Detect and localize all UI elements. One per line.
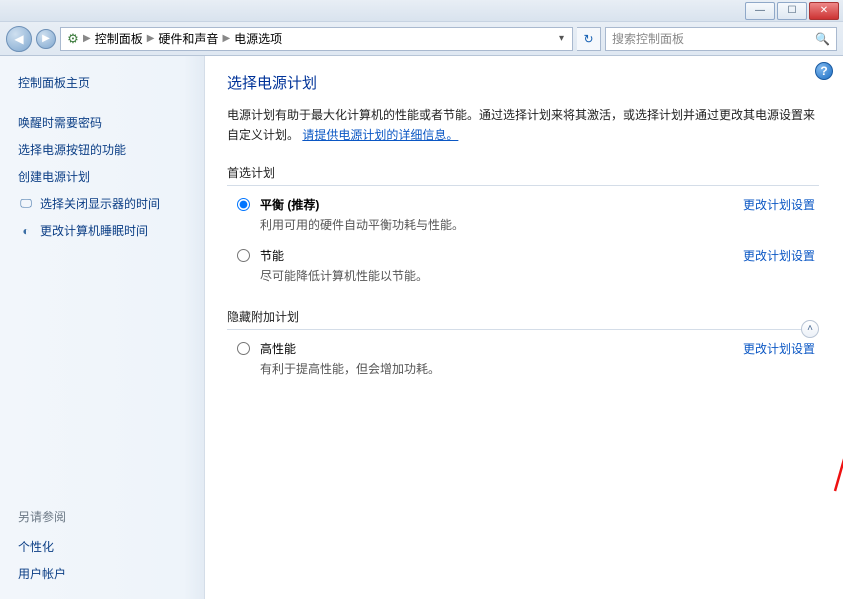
main-panel: ? 选择电源计划 电源计划有助于最大化计算机的性能或者节能。通过选择计划来将其激… — [205, 56, 843, 599]
address-bar[interactable]: ⚙ ▶ 控制面板 ▶ 硬件和声音 ▶ 电源选项 ▾ — [60, 27, 573, 51]
content: 控制面板主页 唤醒时需要密码 选择电源按钮的功能 创建电源计划 🖵 选择关闭显示… — [0, 56, 843, 599]
sidebar-link-turn-off-display[interactable]: 🖵 选择关闭显示器的时间 — [18, 190, 190, 217]
search-placeholder: 搜索控制面板 — [612, 30, 684, 47]
see-also-personalize[interactable]: 个性化 — [18, 533, 190, 560]
plan-name: 高性能 — [260, 340, 733, 357]
navbar: ◀ ▶ ⚙ ▶ 控制面板 ▶ 硬件和声音 ▶ 电源选项 ▾ ↻ 搜索控制面板 🔍 — [0, 22, 843, 56]
sidebar-item-label: 选择电源按钮的功能 — [18, 141, 126, 158]
change-plan-settings-link[interactable]: 更改计划设置 — [743, 196, 815, 213]
plan-name-text: 平衡 — [260, 198, 284, 212]
change-plan-settings-link[interactable]: 更改计划设置 — [743, 247, 815, 264]
page-title: 选择电源计划 — [227, 72, 819, 93]
see-also-user-accounts[interactable]: 用户帐户 — [18, 560, 190, 587]
help-icon[interactable]: ? — [815, 62, 833, 80]
breadcrumb-root[interactable]: 控制面板 — [93, 30, 145, 47]
refresh-button[interactable]: ↻ — [577, 27, 601, 51]
sidebar-home-link[interactable]: 控制面板主页 — [18, 74, 190, 91]
sidebar-link-power-button[interactable]: 选择电源按钮的功能 — [18, 136, 190, 163]
see-also-title: 另请参阅 — [18, 508, 190, 525]
lead-link[interactable]: 请提供电源计划的详细信息。 — [302, 128, 458, 142]
plan-desc: 尽可能降低计算机性能以节能。 — [260, 267, 733, 284]
plan-name-text: 高性能 — [260, 342, 296, 356]
plan-power-saver-radio[interactable] — [237, 249, 250, 262]
collapse-button[interactable]: ˄ — [801, 320, 819, 338]
plan-balanced: 平衡 (推荐) 利用可用的硬件自动平衡功耗与性能。 更改计划设置 — [237, 196, 819, 233]
monitor-icon: 🖵 — [18, 196, 34, 212]
plan-name: 节能 — [260, 247, 733, 264]
sidebar-item-label: 更改计算机睡眠时间 — [40, 222, 148, 239]
change-plan-settings-link[interactable]: 更改计划设置 — [743, 340, 815, 357]
preferred-plans-title: 首选计划 — [227, 164, 819, 181]
sidebar-item-label: 用户帐户 — [18, 565, 66, 582]
nav-back-button[interactable]: ◀ — [6, 26, 32, 52]
plan-high-performance: 高性能 有利于提高性能，但会增加功耗。 更改计划设置 — [237, 340, 819, 377]
plan-rec-text: (推荐) — [284, 198, 319, 212]
plan-name: 平衡 (推荐) — [260, 196, 733, 213]
plan-desc: 利用可用的硬件自动平衡功耗与性能。 — [260, 216, 733, 233]
breadcrumb-mid[interactable]: 硬件和声音 — [156, 30, 220, 47]
plan-desc: 有利于提高性能，但会增加功耗。 — [260, 360, 733, 377]
minimize-button[interactable]: — — [745, 2, 775, 20]
sidebar-item-label: 创建电源计划 — [18, 168, 90, 185]
plan-high-performance-radio[interactable] — [237, 342, 250, 355]
sleep-icon: ◐ — [18, 223, 34, 239]
sidebar: 控制面板主页 唤醒时需要密码 选择电源按钮的功能 创建电源计划 🖵 选择关闭显示… — [0, 56, 205, 599]
breadcrumb-sep-icon: ▶ — [83, 33, 91, 44]
sidebar-link-sleep-time[interactable]: ◐ 更改计算机睡眠时间 — [18, 217, 190, 244]
address-dropdown-icon[interactable]: ▾ — [555, 33, 568, 44]
plan-balanced-radio[interactable] — [237, 198, 250, 211]
sidebar-item-label: 唤醒时需要密码 — [18, 114, 102, 131]
control-panel-icon: ⚙ — [65, 31, 81, 47]
hidden-plans-title: 隐藏附加计划 — [227, 308, 819, 325]
plan-power-saver: 节能 尽可能降低计算机性能以节能。 更改计划设置 — [237, 247, 819, 284]
nav-forward-button[interactable]: ▶ — [36, 29, 56, 49]
sidebar-item-label: 选择关闭显示器的时间 — [40, 195, 160, 212]
breadcrumb-sep-icon: ▶ — [222, 33, 230, 44]
sidebar-link-wake-password[interactable]: 唤醒时需要密码 — [18, 109, 190, 136]
plan-name-text: 节能 — [260, 249, 284, 263]
search-icon: 🔍 — [815, 32, 830, 46]
breadcrumb-sep-icon: ▶ — [147, 33, 155, 44]
lead-text: 电源计划有助于最大化计算机的性能或者节能。通过选择计划来将其激活，或选择计划并通… — [227, 105, 819, 146]
search-box[interactable]: 搜索控制面板 🔍 — [605, 27, 837, 51]
titlebar: — ☐ ✕ — [0, 0, 843, 22]
sidebar-item-label: 个性化 — [18, 538, 54, 555]
close-button[interactable]: ✕ — [809, 2, 839, 20]
maximize-button[interactable]: ☐ — [777, 2, 807, 20]
sidebar-link-create-plan[interactable]: 创建电源计划 — [18, 163, 190, 190]
breadcrumb-leaf[interactable]: 电源选项 — [232, 30, 284, 47]
